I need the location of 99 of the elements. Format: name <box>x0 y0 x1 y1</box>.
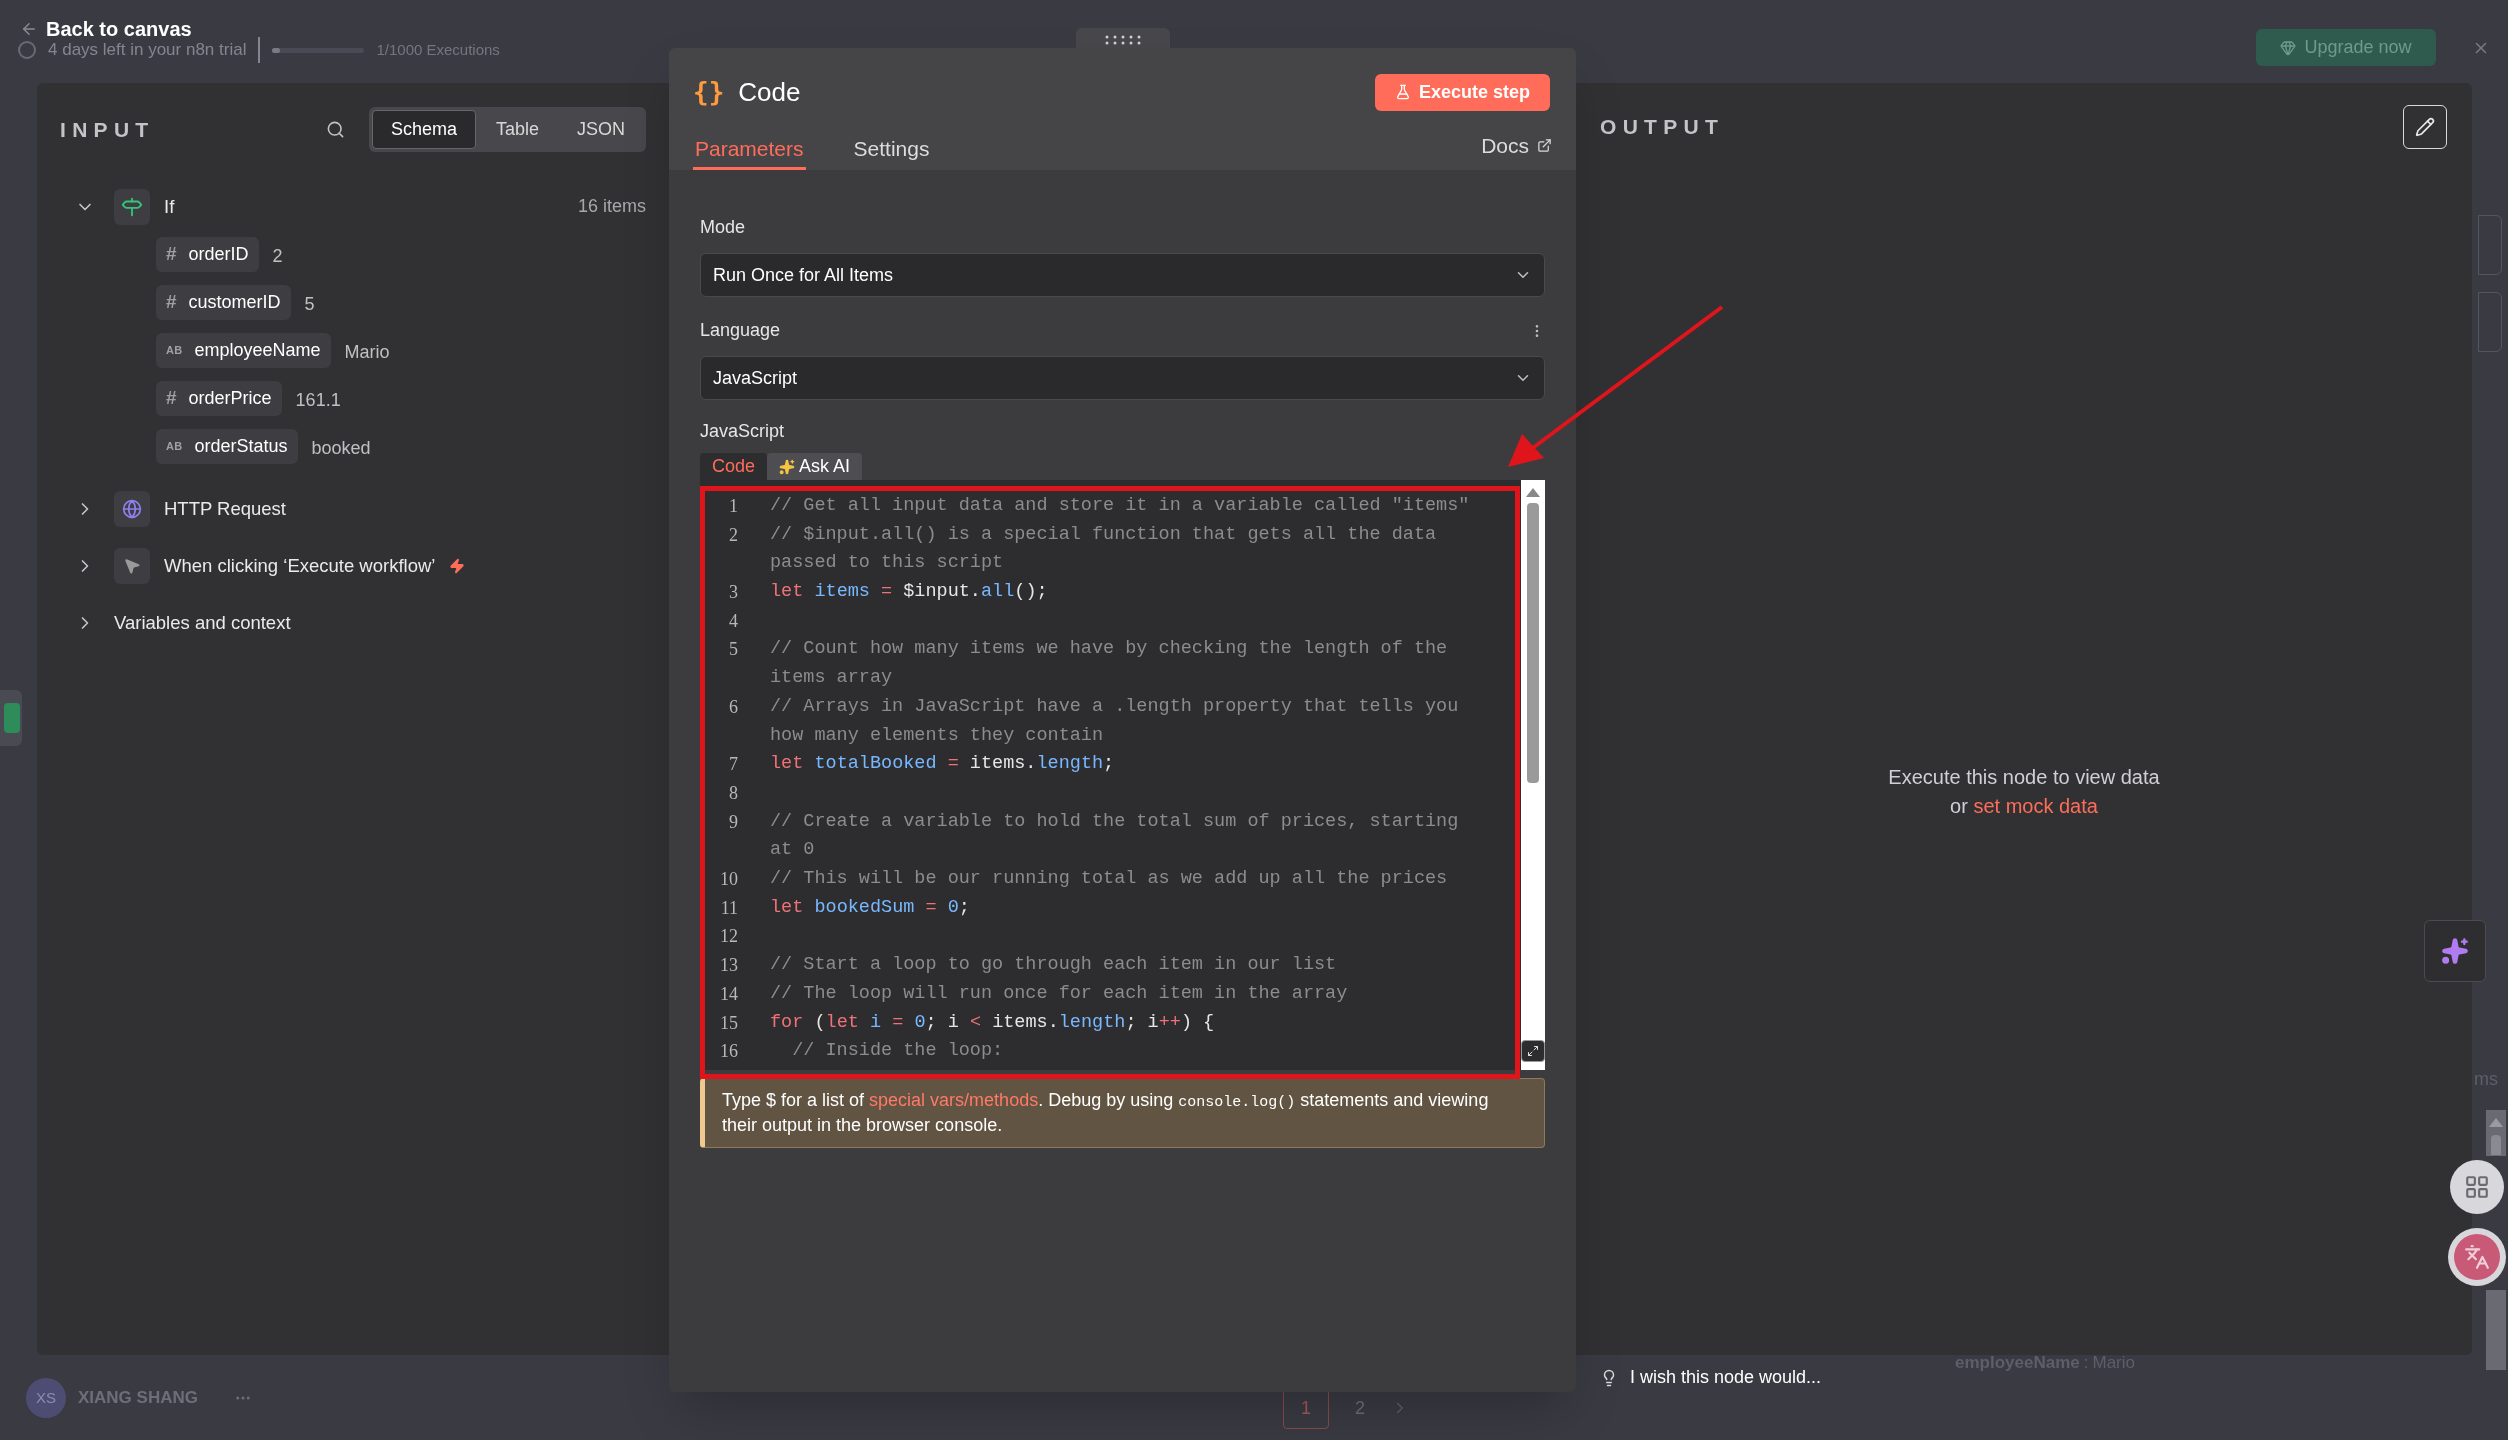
type-mark: AB <box>166 439 183 455</box>
type-mark: # <box>166 386 177 411</box>
code-line: let items = $input.all(); <box>770 580 1048 605</box>
code-line: at 0 <box>770 838 816 863</box>
clock-icon <box>18 41 36 59</box>
field-label: JavaScript <box>700 420 786 443</box>
flask-icon <box>1394 84 1411 100</box>
code-line: passed to this script <box>770 551 1005 576</box>
panel-title: INPUT <box>60 116 155 143</box>
expand-icon[interactable] <box>1521 1040 1545 1062</box>
node-title: Code <box>738 75 801 109</box>
editor-tab[interactable]: Code <box>700 453 768 480</box>
node-name[interactable]: If <box>164 192 175 221</box>
lightning-icon <box>449 557 466 574</box>
node-name[interactable]: HTTP Request <box>164 494 286 523</box>
type-mark: # <box>166 290 177 315</box>
braces-icon: {} <box>693 72 725 112</box>
code-line: // Start a loop to go through each item in our list <box>770 953 1337 978</box>
editor-scrollbar[interactable] <box>1521 480 1545 1070</box>
external-link-icon <box>1537 137 1552 153</box>
view-tab[interactable]: Table <box>477 110 557 149</box>
field-chip[interactable]: # orderPrice <box>156 381 282 416</box>
code-line: for (let i = 0; i < items.length; i++) { <box>770 1010 1215 1035</box>
language-select[interactable]: JavaScript <box>700 356 1545 400</box>
mode-select[interactable]: Run Once for All Items <box>700 253 1545 297</box>
type-mark: # <box>166 242 177 267</box>
line-number: 14 <box>719 982 738 1006</box>
field-value: Mario <box>344 340 390 364</box>
maximize-icon <box>1527 1045 1539 1057</box>
line-number: 3 <box>728 581 738 605</box>
line-number: 11 <box>719 896 738 920</box>
code-line: let totalBooked = items.length; <box>770 752 1115 777</box>
code-line: // $input.all() is a special function that gets all the data <box>770 522 1437 547</box>
field-chip[interactable]: # orderID <box>156 237 259 272</box>
field-label: Mode <box>700 216 747 239</box>
pencil-icon <box>2415 117 2435 137</box>
line-number: 12 <box>719 925 738 949</box>
line-number: 2 <box>728 523 738 547</box>
gem-icon <box>2280 39 2297 56</box>
view-tab[interactable]: Schema <box>371 110 476 149</box>
signpost-icon <box>114 188 150 225</box>
line-number: 15 <box>719 1011 738 1035</box>
field-chip[interactable]: AB employeeName <box>156 333 331 368</box>
code-line: // Create a variable to hold the total sum of prices, starting <box>770 809 1459 834</box>
docs-link[interactable]: Docs <box>1481 129 1552 161</box>
scrollbar <box>2486 1110 2506 1156</box>
edit-button[interactable] <box>2403 105 2447 149</box>
sparkle-icon <box>2441 937 2469 965</box>
line-number: 13 <box>719 954 738 978</box>
globe-icon <box>114 490 150 527</box>
code-line: // The loop will run once for each item in the array <box>770 981 1348 1006</box>
line-number: 4 <box>728 609 738 633</box>
search-icon[interactable] <box>325 120 345 139</box>
code-line: how many elements they contain <box>770 723 1105 748</box>
dialog-tab[interactable]: Settings <box>851 130 932 170</box>
hint-text: Type $ for a list of special vars/methods. Debug by using console.log() statements and viewing their output in the browser console. <box>722 1089 1490 1137</box>
line-number: 7 <box>728 753 738 777</box>
translate-button[interactable] <box>2448 1228 2506 1286</box>
line-number: 16 <box>719 1040 738 1064</box>
side-card <box>2478 292 2502 352</box>
line-number: 5 <box>728 638 738 662</box>
empty-state-message: Execute this node to view data or set mock data <box>1887 765 2161 819</box>
type-mark: AB <box>166 343 183 359</box>
side-card <box>2478 215 2502 275</box>
field-value: 2 <box>272 244 283 268</box>
line-number: 1 <box>728 495 738 518</box>
field-label: Language <box>700 319 781 342</box>
field-value: 5 <box>304 292 315 316</box>
grid-icon <box>2464 1174 2490 1200</box>
feedback-prompt[interactable]: I wish this node would... <box>1630 1364 1822 1391</box>
line-number: 9 <box>728 810 738 834</box>
field-chip[interactable]: # customerID <box>156 285 291 320</box>
separator: : <box>2083 1352 2089 1374</box>
panel-title: OUTPUT <box>1600 114 1725 141</box>
code-line: // This will be our running total as we add up all the prices <box>770 867 1448 891</box>
pointer-icon <box>114 547 150 584</box>
sparkle-icon <box>779 458 796 475</box>
view-tab[interactable]: JSON <box>559 110 643 149</box>
node-name[interactable]: When clicking ‘Execute workflow’ <box>164 551 436 580</box>
code-line: // Get all input data and store it in a variable called "items" <box>770 494 1470 518</box>
ai-assistant-button[interactable] <box>2424 920 2486 982</box>
editor-tab[interactable]: Ask AI <box>767 453 863 480</box>
node-name[interactable]: Variables and context <box>114 608 291 637</box>
executions-count: 1/1000 Executions <box>376 39 500 60</box>
mock-data-link[interactable]: set mock data <box>1973 795 2098 817</box>
code-line: // Inside the loop: <box>791 1039 1004 1064</box>
code-line: let bookedSum = 0; <box>770 895 970 920</box>
line-number: 8 <box>728 781 738 805</box>
item-count: 16 items <box>577 195 646 218</box>
line-number: 10 <box>719 868 738 891</box>
translate-icon <box>2464 1244 2490 1270</box>
code-line: // Count how many items we have by checking the length of the <box>770 637 1448 662</box>
code-line: // Arrays in JavaScript have a .length property that tells you <box>770 694 1459 719</box>
field-chip[interactable]: AB orderStatus <box>156 429 298 464</box>
field-value: 161.1 <box>295 388 341 412</box>
field-value: booked <box>311 436 371 460</box>
apps-button[interactable] <box>2450 1160 2504 1214</box>
code-line: items array <box>770 666 894 691</box>
line-number: 6 <box>728 695 738 719</box>
